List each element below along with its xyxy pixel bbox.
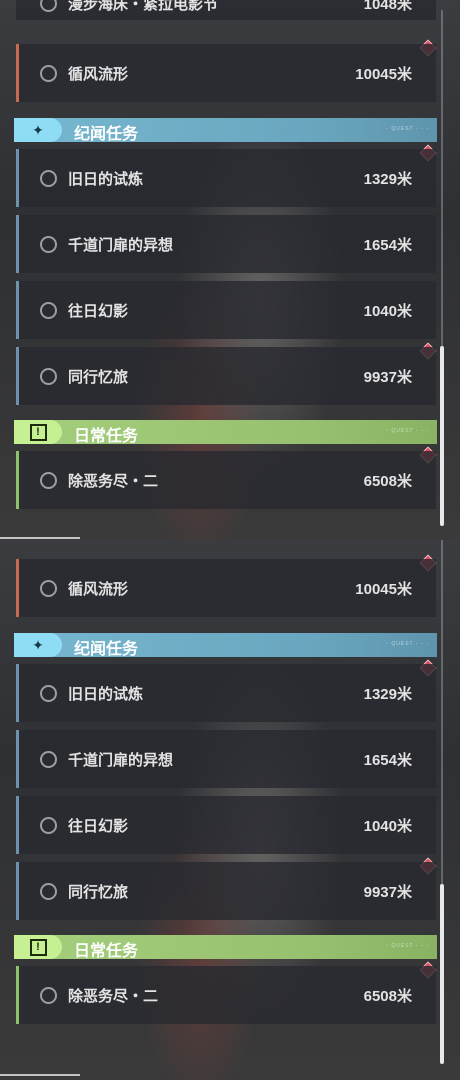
- quest-name: 漫步海床・紧拉电影节: [68, 0, 219, 13]
- quest-status-circle-icon: [40, 987, 57, 1004]
- quest-row[interactable]: 千道门扉的异想 1654米: [16, 215, 436, 273]
- quest-row[interactable]: 循风流形 10045米: [16, 44, 436, 102]
- quest-row[interactable]: 除恶务尽・二 6508米: [16, 451, 436, 509]
- section-header-jiwen[interactable]: ✦ 纪闻任务 ◦ QUEST ◦ ◦ ◦: [14, 633, 437, 658]
- quest-name: 循风流形: [68, 581, 129, 598]
- section-tag: ◦ QUEST ◦ ◦ ◦: [386, 428, 429, 434]
- section-tag: ◦ QUEST ◦ ◦ ◦: [386, 641, 429, 647]
- quest-list-panel-2: 循风流形 10045米 ✦ 纪闻任务 ◦ QUEST ◦ ◦ ◦ 旧日的试炼 1…: [0, 540, 460, 1080]
- section-tag: ◦ QUEST ◦ ◦ ◦: [386, 943, 429, 949]
- quest-distance: 1329米: [363, 171, 412, 188]
- quest-distance: 1040米: [363, 303, 412, 320]
- quest-name: 旧日的试炼: [68, 686, 144, 703]
- quest-distance: 6508米: [363, 988, 412, 1005]
- sparkle-icon: ✦: [14, 118, 62, 142]
- quest-status-circle-icon: [40, 170, 57, 187]
- sparkle-icon: ✦: [14, 633, 62, 657]
- quest-status-circle-icon: [40, 302, 57, 319]
- quest-distance: 10045米: [355, 581, 412, 598]
- section-header-richang[interactable]: ! 日常任务 ◦ QUEST ◦ ◦ ◦: [14, 935, 437, 960]
- quest-name: 循风流形: [68, 66, 129, 83]
- quest-status-circle-icon: [40, 236, 57, 253]
- quest-row[interactable]: 千道门扉的异想 1654米: [16, 730, 436, 788]
- quest-status-circle-icon: [40, 368, 57, 385]
- quest-name: 往日幻影: [68, 818, 129, 835]
- quest-name: 旧日的试炼: [68, 171, 144, 188]
- quest-distance: 9937米: [363, 369, 412, 386]
- quest-distance: 1048米: [363, 0, 412, 13]
- section-title: 纪闻任务: [74, 126, 139, 143]
- quest-distance: 1654米: [363, 237, 412, 254]
- quest-row[interactable]: 旧日的试炼 1329米: [16, 149, 436, 207]
- quest-name: 同行忆旅: [68, 369, 129, 386]
- section-title: 日常任务: [74, 943, 139, 960]
- quest-status-circle-icon: [40, 580, 57, 597]
- quest-status-circle-icon: [40, 65, 57, 82]
- exclamation-box-icon: !: [14, 420, 62, 444]
- quest-row[interactable]: 往日幻影 1040米: [16, 796, 436, 854]
- quest-name: 千道门扉的异想: [68, 237, 174, 254]
- quest-row[interactable]: 同行忆旅 9937米: [16, 347, 436, 405]
- quest-list-panel-1: 漫步海床・紧拉电影节 1048米 循风流形 10045米 ✦ 纪闻任务 ◦ QU…: [0, 0, 460, 540]
- scrollbar-thumb[interactable]: [440, 884, 444, 1064]
- quest-status-circle-icon: [40, 472, 57, 489]
- quest-type-bar: [16, 44, 19, 102]
- section-title: 纪闻任务: [74, 641, 139, 658]
- section-header-richang[interactable]: ! 日常任务 ◦ QUEST ◦ ◦ ◦: [14, 420, 437, 445]
- quest-status-circle-icon: [40, 0, 57, 12]
- quest-distance: 6508米: [363, 473, 412, 490]
- quest-row[interactable]: 同行忆旅 9937米: [16, 862, 436, 920]
- quest-status-circle-icon: [40, 817, 57, 834]
- quest-status-circle-icon: [40, 685, 57, 702]
- quest-distance: 9937米: [363, 884, 412, 901]
- section-tag: ◦ QUEST ◦ ◦ ◦: [386, 126, 429, 132]
- quest-name: 除恶务尽・二: [68, 473, 159, 490]
- quest-distance: 1329米: [363, 686, 412, 703]
- quest-name: 除恶务尽・二: [68, 988, 159, 1005]
- quest-distance: 10045米: [355, 66, 412, 83]
- section-header-jiwen[interactable]: ✦ 纪闻任务 ◦ QUEST ◦ ◦ ◦: [14, 118, 437, 143]
- quest-distance: 1040米: [363, 818, 412, 835]
- quest-name: 同行忆旅: [68, 884, 129, 901]
- quest-row[interactable]: 旧日的试炼 1329米: [16, 664, 436, 722]
- quest-row-partial[interactable]: 漫步海床・紧拉电影节 1048米: [16, 0, 436, 20]
- quest-row[interactable]: 往日幻影 1040米: [16, 281, 436, 339]
- quest-row[interactable]: 循风流形 10045米: [16, 559, 436, 617]
- scrollbar-thumb[interactable]: [440, 346, 444, 526]
- quest-status-circle-icon: [40, 751, 57, 768]
- exclamation-box-icon: !: [14, 935, 62, 959]
- quest-name: 千道门扉的异想: [68, 752, 174, 769]
- quest-row[interactable]: 除恶务尽・二 6508米: [16, 966, 436, 1024]
- section-title: 日常任务: [74, 428, 139, 445]
- quest-name: 往日幻影: [68, 303, 129, 320]
- quest-status-circle-icon: [40, 883, 57, 900]
- quest-distance: 1654米: [363, 752, 412, 769]
